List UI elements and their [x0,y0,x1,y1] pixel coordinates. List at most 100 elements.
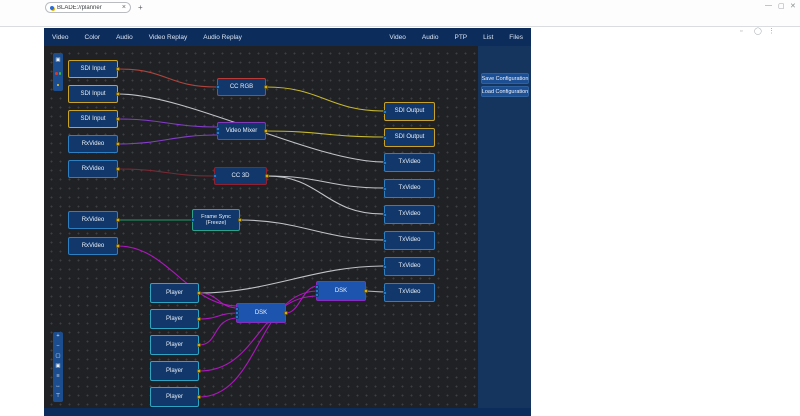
window-close-icon[interactable]: ✕ [790,2,796,10]
node-txvideo-5[interactable]: TxVideo [384,257,435,276]
node-txvideo-3[interactable]: TxVideo [384,205,435,224]
wire[interactable] [366,291,384,292]
node-txvideo-6[interactable]: TxVideo [384,283,435,302]
wire[interactable] [118,135,217,144]
input-port[interactable] [383,187,387,191]
input-port[interactable] [235,315,239,319]
node-dsk-2[interactable]: DSK [316,281,366,301]
wire[interactable] [118,69,217,87]
output-port[interactable] [197,317,201,321]
nav-right-video[interactable]: Video [381,34,414,41]
node-sdi-output-1[interactable]: SDI Output [384,102,435,121]
output-port[interactable] [116,117,120,121]
node-rxvideo-3[interactable]: RxVideo [68,211,118,229]
output-port[interactable] [197,369,201,373]
node-player-1[interactable]: Player [150,283,199,303]
node-rxvideo-4[interactable]: RxVideo [68,237,118,255]
save-configuration-button[interactable]: Save Configuration [481,73,529,84]
profile-avatar-icon[interactable]: ◯ [754,28,762,35]
input-port[interactable] [383,265,387,269]
wire[interactable] [118,119,217,127]
node-txvideo-1[interactable]: TxVideo [384,153,435,172]
output-port[interactable] [264,85,268,89]
node-rxvideo-2[interactable]: RxVideo [68,160,118,178]
zoom-in-icon[interactable]: + [56,334,59,340]
node-frame-sync[interactable]: Frame Sync(Freeze) [192,209,240,231]
input-port[interactable] [216,131,220,135]
output-port[interactable] [238,218,242,222]
window-maximize-icon[interactable]: ▢ [778,2,785,10]
output-port[interactable] [265,174,269,178]
menu-icon[interactable]: ≡ [56,374,59,380]
output-port[interactable] [197,291,201,295]
node-sdi-input-2[interactable]: SDI Input [68,85,118,103]
input-port[interactable] [383,291,387,295]
extensions-icon[interactable]: ▫ [740,28,742,35]
align-vertical-icon[interactable]: ⊤ [56,394,61,400]
node-player-2[interactable]: Player [150,309,199,329]
input-port[interactable] [383,213,387,217]
load-configuration-button[interactable]: Load Configuration [481,86,529,97]
output-port[interactable] [364,289,368,293]
output-port[interactable] [116,142,120,146]
nav-right-list[interactable]: List [475,34,501,41]
nav-color[interactable]: Color [77,34,109,41]
node-video-mixer[interactable]: Video Mixer [217,122,266,140]
node-player-4[interactable]: Player [150,361,199,381]
browser-menu-icon[interactable]: ⋮ [768,28,775,35]
node-sdi-input-3[interactable]: SDI Input [68,110,118,128]
wire[interactable] [240,220,384,240]
nav-video-replay[interactable]: Video Replay [141,34,196,41]
node-player-5[interactable]: Player [150,387,199,407]
input-port[interactable] [383,239,387,243]
fit-view-icon[interactable]: ▢ [55,354,60,360]
node-txvideo-2[interactable]: TxVideo [384,179,435,198]
node-rxvideo-1[interactable]: RxVideo [68,135,118,153]
nav-video[interactable]: Video [44,34,77,41]
input-port[interactable] [315,293,319,297]
nav-audio[interactable]: Audio [108,34,141,41]
menu-icon[interactable]: ▣ [55,58,60,64]
node-player-3[interactable]: Player [150,335,199,355]
tab-close-icon[interactable]: × [122,4,126,11]
zoom-out-icon[interactable]: − [56,344,59,350]
input-port[interactable] [383,161,387,165]
input-port[interactable] [383,110,387,114]
output-port[interactable] [197,395,201,399]
canvas-bottom-toolbar: + − ▢ ▣ ≡ ↔ ⊤ [53,332,63,402]
node-dsk-1[interactable]: DSK [236,303,286,323]
output-port[interactable] [116,244,120,248]
wire[interactable] [118,169,214,176]
browser-tab[interactable]: BLADE://planner × [45,2,131,13]
node-sdi-input-1[interactable]: SDI Input [68,60,118,78]
nav-right-files[interactable]: Files [501,34,531,41]
output-port[interactable] [116,67,120,71]
window-minimize-icon[interactable]: — [765,2,772,9]
output-port[interactable] [264,129,268,133]
align-horizontal-icon[interactable]: ↔ [55,384,61,390]
input-port[interactable] [213,174,217,178]
input-port[interactable] [383,136,387,140]
wire[interactable] [199,318,238,345]
browser-urlbar-row: ← → ⟳ http://localhost:5174 ☆ ▫ ◯ ⋮ [0,13,800,27]
output-port[interactable] [116,167,120,171]
output-port[interactable] [116,92,120,96]
node-cc-rgb[interactable]: CC RGB [217,78,266,96]
input-port[interactable] [216,127,220,131]
new-tab-button[interactable]: + [138,3,143,12]
output-port[interactable] [197,343,201,347]
nav-audio-replay[interactable]: Audio Replay [195,34,250,41]
nav-right-audio[interactable]: Audio [414,34,447,41]
wire[interactable] [266,131,384,137]
node-canvas[interactable]: SDI Input SDI Input SDI Input RxVideo Rx… [44,46,478,408]
node-cc-3d[interactable]: CC 3D [214,167,267,185]
input-port[interactable] [216,85,220,89]
nav-right-ptp[interactable]: PTP [446,34,475,41]
input-port[interactable] [191,218,195,222]
output-port[interactable] [284,311,288,315]
output-port[interactable] [116,218,120,222]
snapshot-icon[interactable]: ▣ [55,364,60,370]
node-txvideo-4[interactable]: TxVideo [384,231,435,250]
node-sdi-output-2[interactable]: SDI Output [384,128,435,147]
wire[interactable] [266,87,384,111]
